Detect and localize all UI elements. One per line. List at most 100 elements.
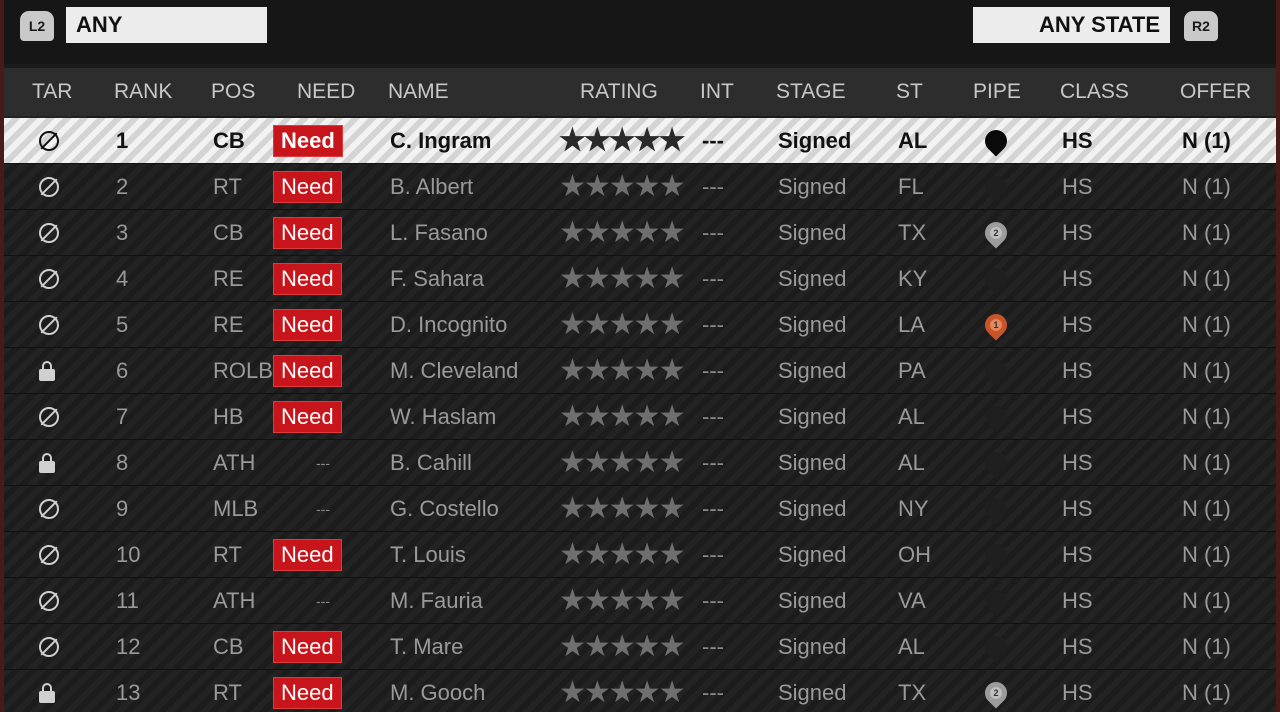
tar-cell[interactable] xyxy=(39,210,59,255)
name-cell: T. Mare xyxy=(390,633,464,659)
table-row[interactable]: 4 RE Need F. Sahara ★★★★★ --- Signed KY HS N (1) xyxy=(4,256,1276,302)
need-empty: --- xyxy=(316,454,330,471)
position-cell: RT xyxy=(213,679,242,705)
position-cell: RT xyxy=(213,173,242,199)
lock-icon[interactable] xyxy=(39,682,55,703)
position-cell: RE xyxy=(213,265,244,291)
l2-button-icon[interactable]: L2 xyxy=(20,11,54,41)
column-header-stage[interactable]: STAGE xyxy=(776,68,846,116)
column-header-class[interactable]: CLASS xyxy=(1060,68,1129,116)
target-icon[interactable] xyxy=(39,314,59,335)
rank-cell: 6 xyxy=(116,357,129,383)
offer-cell: N (1) xyxy=(1182,403,1231,429)
need-badge: Need xyxy=(273,630,342,663)
tar-cell[interactable] xyxy=(39,394,59,439)
column-header-offer[interactable]: OFFER xyxy=(1180,68,1251,116)
name-cell: F. Sahara xyxy=(390,265,485,291)
target-icon[interactable] xyxy=(39,406,59,427)
star-rating-icon: ★★★★★ xyxy=(559,400,685,433)
table-row[interactable]: 8 ATH --- B. Cahill ★★★★★ --- Signed AL HS N (1) xyxy=(4,440,1276,486)
tar-cell[interactable] xyxy=(39,624,59,669)
column-header-int[interactable]: INT xyxy=(700,68,734,116)
table-row[interactable]: 10 RT Need T. Louis ★★★★★ --- Signed OH HS N (1) xyxy=(4,532,1276,578)
table-row[interactable]: 9 MLB --- G. Costello ★★★★★ --- Signed NY HS N (1… xyxy=(4,486,1276,532)
position-cell: RT xyxy=(213,541,242,567)
table-row[interactable]: 5 RE Need D. Incognito ★★★★★ --- Signed LA 1 HS N … xyxy=(4,302,1276,348)
target-icon[interactable] xyxy=(39,544,59,565)
table-row[interactable]: 11 ATH --- M. Fauria ★★★★★ --- Signed VA HS N (1) xyxy=(4,578,1276,624)
class-cell: HS xyxy=(1062,403,1093,429)
target-icon[interactable] xyxy=(39,590,59,611)
tar-cell[interactable] xyxy=(39,256,59,301)
state-cell: OH xyxy=(898,541,931,567)
need-cell: Need xyxy=(273,394,342,439)
target-icon[interactable] xyxy=(39,498,59,519)
tar-cell[interactable] xyxy=(39,164,59,209)
pipeline-pin-icon xyxy=(980,170,1012,203)
star-rating-icon: ★★★★★ xyxy=(559,354,685,387)
need-cell: --- xyxy=(316,578,330,623)
pipeline-pin-icon xyxy=(980,262,1012,295)
star-rating-icon: ★★★★★ xyxy=(559,216,685,249)
need-cell: Need xyxy=(273,670,342,712)
target-icon[interactable] xyxy=(39,268,59,289)
table-row[interactable]: 13 RT Need M. Gooch ★★★★★ --- Signed TX 2 HS N (1) xyxy=(4,670,1276,712)
pipeline-cell xyxy=(980,164,1012,209)
lock-icon[interactable] xyxy=(39,360,55,381)
r2-button-icon[interactable]: R2 xyxy=(1184,11,1218,41)
pipeline-pin-label xyxy=(990,181,1002,193)
target-icon[interactable] xyxy=(39,636,59,657)
tar-cell[interactable] xyxy=(39,486,59,531)
need-empty: --- xyxy=(316,592,330,609)
target-icon[interactable] xyxy=(39,176,59,197)
table-row[interactable]: 7 HB Need W. Haslam ★★★★★ --- Signed AL HS N (1) xyxy=(4,394,1276,440)
tar-cell[interactable] xyxy=(39,532,59,577)
offer-cell: N (1) xyxy=(1182,357,1231,383)
column-header-rank[interactable]: RANK xyxy=(114,68,172,116)
pipeline-pin-icon xyxy=(980,538,1012,571)
stage-cell: Signed xyxy=(778,219,847,245)
tar-cell[interactable] xyxy=(39,440,55,485)
tar-cell[interactable] xyxy=(39,670,55,712)
need-cell: Need xyxy=(273,302,342,347)
lock-icon[interactable] xyxy=(39,452,55,473)
table-row[interactable]: 2 RT Need B. Albert ★★★★★ --- Signed FL HS N (1) xyxy=(4,164,1276,210)
target-icon[interactable] xyxy=(39,222,59,243)
state-filter[interactable]: ANY STATE xyxy=(973,7,1170,43)
target-icon[interactable] xyxy=(39,130,59,151)
rating-cell: ★★★★★ xyxy=(559,348,685,393)
position-cell: CB xyxy=(213,127,245,153)
column-header-pipe[interactable]: PIPE xyxy=(973,68,1021,116)
column-header-need[interactable]: NEED xyxy=(297,68,355,116)
need-badge: Need xyxy=(273,170,342,203)
recruit-board: L2 ANY ANY STATE R2 TAR RANK POS NEED NA… xyxy=(0,0,1280,712)
table-row[interactable]: 12 CB Need T. Mare ★★★★★ --- Signed AL HS N (1) xyxy=(4,624,1276,670)
pipeline-cell xyxy=(980,118,1012,163)
column-header-tar[interactable]: TAR xyxy=(32,68,72,116)
pipeline-cell xyxy=(980,486,1012,531)
offer-cell: N (1) xyxy=(1182,495,1231,521)
pipeline-pin-label xyxy=(990,135,1002,147)
table-row[interactable]: 3 CB Need L. Fasano ★★★★★ --- Signed TX 2 HS N (1) xyxy=(4,210,1276,256)
star-rating-icon: ★★★★★ xyxy=(559,630,685,663)
column-header-pos[interactable]: POS xyxy=(211,68,255,116)
pipeline-pin-icon xyxy=(980,492,1012,525)
position-filter[interactable]: ANY xyxy=(66,7,267,43)
tar-cell[interactable] xyxy=(39,302,59,347)
state-cell: AL xyxy=(898,403,925,429)
rating-cell: ★★★★★ xyxy=(559,118,685,163)
tar-cell[interactable] xyxy=(39,578,59,623)
column-header-rating[interactable]: RATING xyxy=(580,68,658,116)
name-cell: B. Cahill xyxy=(390,449,472,475)
star-rating-icon: ★★★★★ xyxy=(559,676,685,709)
rating-cell: ★★★★★ xyxy=(559,578,685,623)
position-cell: CB xyxy=(213,633,244,659)
state-cell: PA xyxy=(898,357,926,383)
column-header-st[interactable]: ST xyxy=(896,68,923,116)
star-rating-icon: ★★★★★ xyxy=(559,308,685,341)
tar-cell[interactable] xyxy=(39,118,59,163)
column-header-name[interactable]: NAME xyxy=(388,68,449,116)
table-row[interactable]: 1 CB Need C. Ingram ★★★★★ --- Signed AL HS N (1) xyxy=(4,118,1276,164)
table-row[interactable]: 6 ROLB Need M. Cleveland ★★★★★ --- Signed PA HS N… xyxy=(4,348,1276,394)
tar-cell[interactable] xyxy=(39,348,55,393)
